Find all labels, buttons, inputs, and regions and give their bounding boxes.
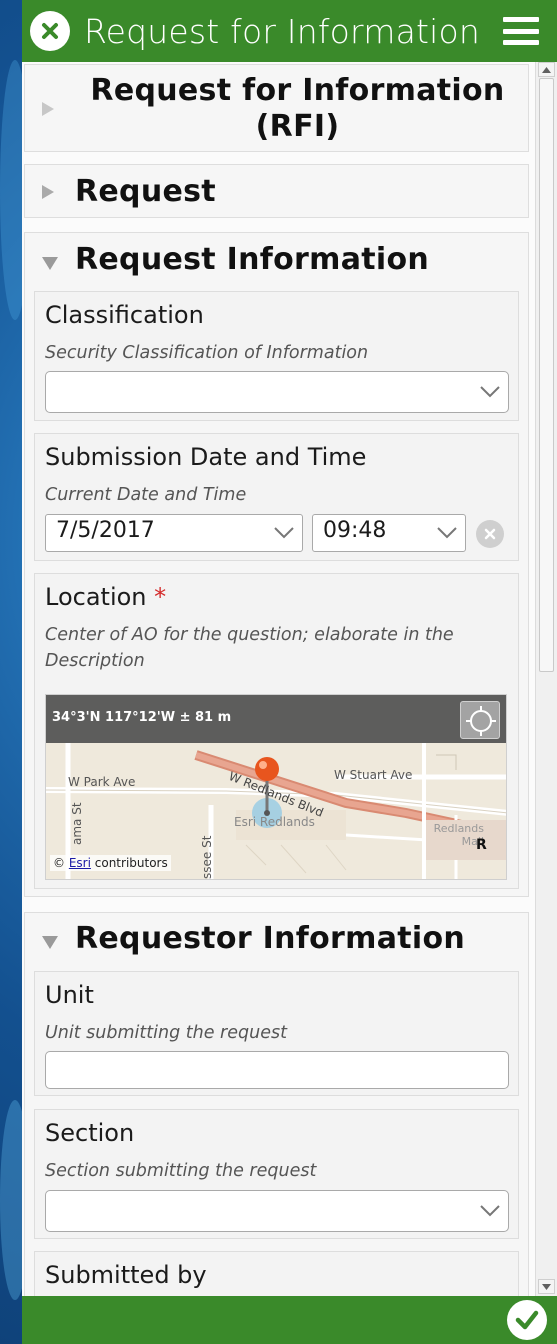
- crosshair-icon: [466, 706, 496, 736]
- location-map[interactable]: 34°3'N 117°12'W ± 81 m W Park Ave W Redl…: [45, 694, 507, 880]
- section-request-information: Request Information Classification Secur…: [24, 232, 529, 897]
- footer-bar: [22, 1296, 557, 1344]
- location-hint-line1: Center of AO for the question; elaborate…: [45, 625, 454, 645]
- location-label-text: Location: [45, 583, 147, 611]
- section-hint: Section submitting the request: [45, 1161, 317, 1181]
- map-label-esri-redlands: Esri Redlands: [234, 815, 315, 829]
- submitted-by-field: Submitted by: [34, 1251, 519, 1296]
- arrow-down-icon: [542, 1283, 551, 1290]
- attribution-esri-link[interactable]: Esri: [69, 856, 91, 870]
- submission-datetime-field: Submission Date and Time Current Date an…: [34, 433, 519, 561]
- unit-input[interactable]: [45, 1051, 509, 1089]
- menu-icon: [503, 17, 539, 22]
- location-label: Location *: [45, 583, 166, 611]
- form-title: Request for Information (RFI): [65, 73, 530, 145]
- chevron-down-icon: [480, 386, 500, 398]
- section-label: Section: [45, 1119, 135, 1147]
- date-picker[interactable]: 7/5/2017: [45, 514, 303, 552]
- header-bar: Request for Information: [22, 0, 557, 62]
- expanded-triangle-icon[interactable]: [42, 257, 58, 270]
- form-title-panel[interactable]: Request for Information (RFI): [24, 64, 529, 152]
- chevron-down-icon: [437, 527, 457, 539]
- locate-button[interactable]: [460, 701, 500, 739]
- close-icon: [42, 23, 58, 39]
- section-field: Section Section submitting the request: [34, 1109, 519, 1239]
- map-label-w-park-ave: W Park Ave: [68, 775, 136, 789]
- scrollbar[interactable]: [535, 62, 557, 1296]
- classification-hint: Security Classification of Information: [45, 343, 369, 363]
- collapsed-triangle-icon: [42, 185, 54, 199]
- section-requestor-information: Requestor Information Unit Unit submitti…: [24, 912, 529, 1296]
- map-label-redlands-mall-line1: Redlands: [433, 822, 484, 835]
- attribution-prefix: ©: [53, 856, 65, 870]
- form-scroll-area[interactable]: Request for Information (RFI) Request Re…: [22, 62, 557, 1296]
- section-title-request: Request: [75, 174, 216, 209]
- unit-field: Unit Unit submitting the request: [34, 971, 519, 1096]
- map-label-tennessee-st: ssee St: [200, 835, 214, 879]
- location-hint-line2: Description: [45, 651, 145, 671]
- expanded-triangle-icon[interactable]: [42, 936, 58, 949]
- arrow-up-icon: [542, 66, 551, 73]
- date-value: 7/5/2017: [56, 518, 155, 543]
- section-title-requestor-information: Requestor Information: [75, 921, 466, 956]
- clear-datetime-button[interactable]: [476, 520, 504, 548]
- submission-datetime-hint: Current Date and Time: [45, 485, 247, 505]
- map-coordinates: 34°3'N 117°12'W ± 81 m: [46, 695, 506, 743]
- submit-button[interactable]: [507, 1300, 547, 1340]
- time-picker[interactable]: 09:48: [312, 514, 466, 552]
- menu-button[interactable]: [499, 11, 543, 51]
- map-label-w-stuart-ave: W Stuart Ave: [334, 768, 413, 782]
- form-title-line1: Request for Information: [90, 73, 505, 108]
- section-title-request-information: Request Information: [75, 242, 430, 277]
- section-select[interactable]: [45, 1190, 509, 1232]
- unit-label: Unit: [45, 981, 94, 1009]
- chevron-down-icon: [480, 1205, 500, 1217]
- scrollbar-thumb[interactable]: [539, 78, 554, 672]
- classification-label: Classification: [45, 301, 204, 329]
- app-title: Request for Information: [84, 11, 481, 51]
- location-hint: Center of AO for the question; elaborate…: [45, 622, 454, 674]
- form-title-line2: (RFI): [255, 109, 340, 144]
- collapsed-triangle-icon: [42, 102, 54, 116]
- section-request[interactable]: Request: [24, 164, 529, 218]
- checkmark-icon: [515, 1310, 539, 1330]
- submitted-by-label: Submitted by: [45, 1261, 207, 1289]
- close-button[interactable]: [30, 11, 70, 51]
- map-label-edge-r: R: [476, 837, 487, 853]
- location-field: Location * Center of AO for the question…: [34, 573, 519, 889]
- classification-field: Classification Security Classification o…: [34, 291, 519, 421]
- submission-datetime-label: Submission Date and Time: [45, 443, 367, 471]
- clear-icon: [484, 528, 496, 540]
- time-value: 09:48: [323, 518, 387, 543]
- attribution-suffix: contributors: [94, 856, 168, 870]
- required-indicator: *: [154, 583, 167, 611]
- scroll-up-button[interactable]: [538, 62, 555, 77]
- classification-select[interactable]: [45, 371, 509, 413]
- map-label-alabama-st: ama St: [70, 802, 84, 845]
- chevron-down-icon: [274, 527, 294, 539]
- map-attribution: © Esri contributors: [50, 855, 171, 871]
- scroll-down-button[interactable]: [538, 1279, 555, 1294]
- unit-hint: Unit submitting the request: [45, 1023, 287, 1043]
